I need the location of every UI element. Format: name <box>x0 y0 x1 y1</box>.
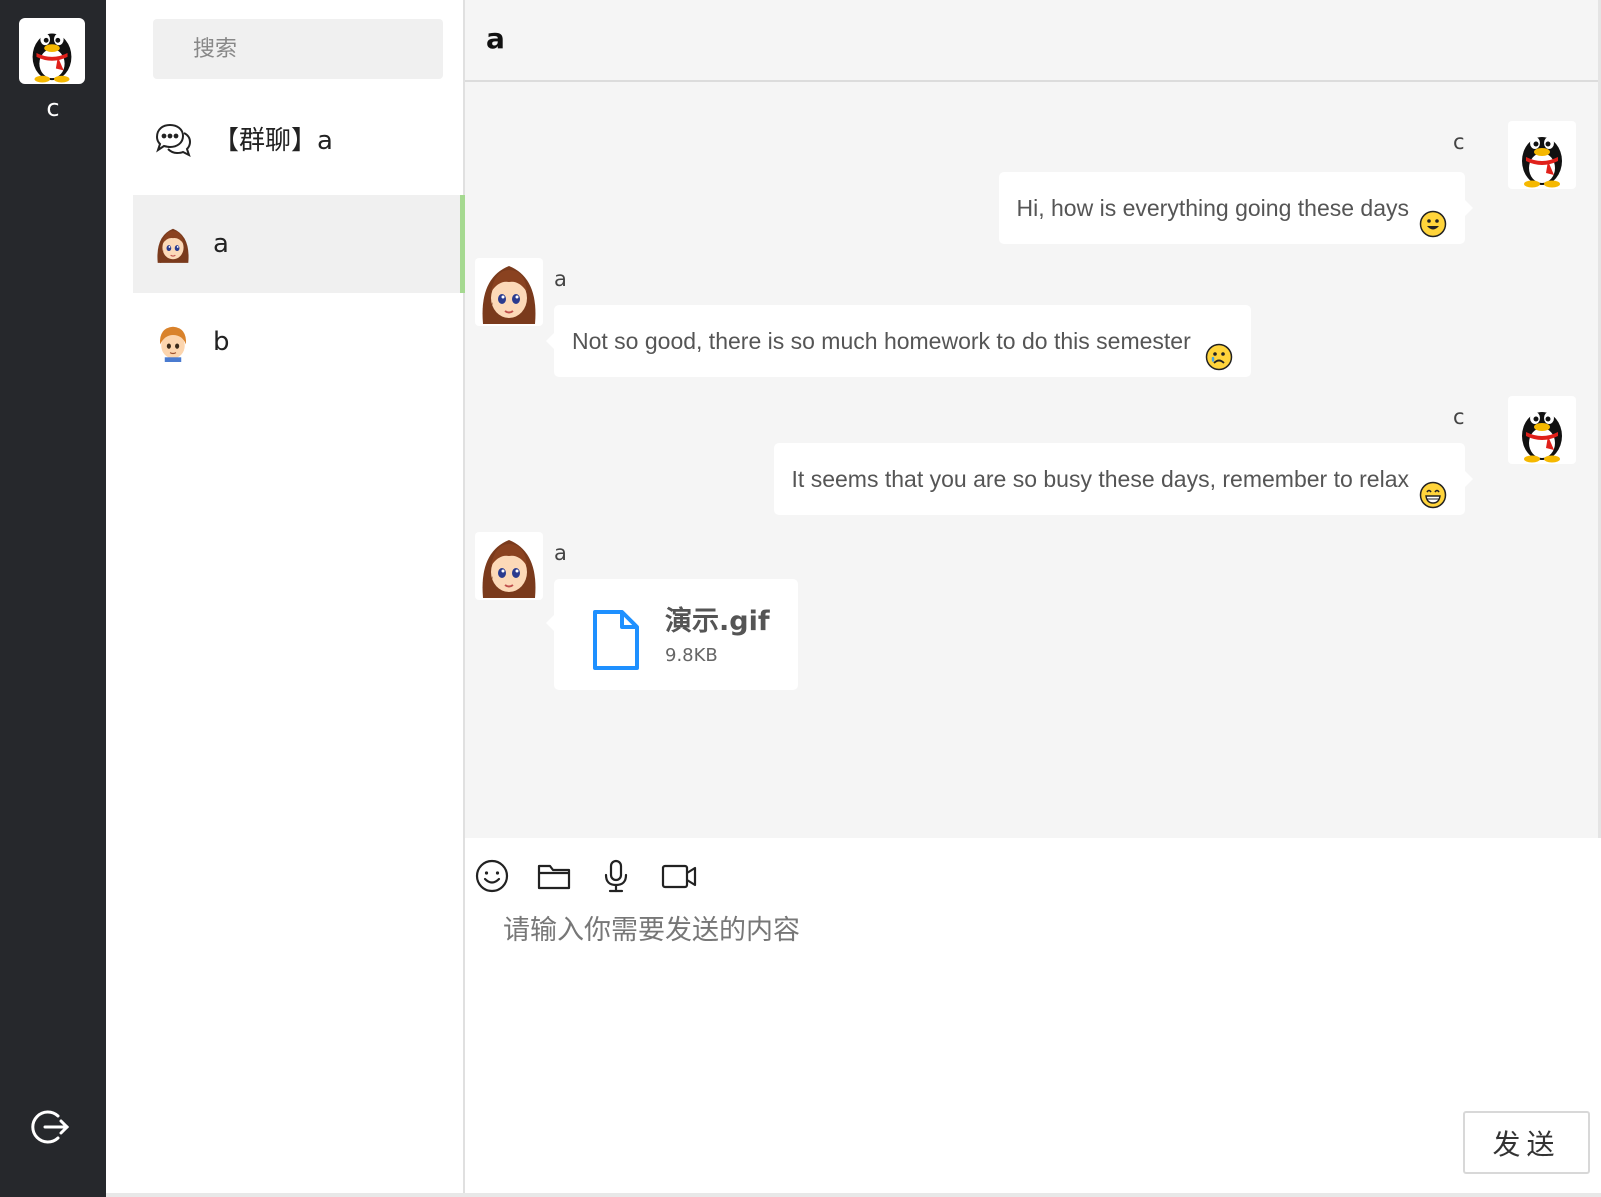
message-input[interactable] <box>503 908 1563 1108</box>
chat-bubbles-icon <box>153 121 193 161</box>
conversation-label: 【群聊】a <box>213 126 333 156</box>
search-input[interactable] <box>153 19 443 79</box>
message-sender: c <box>1453 130 1465 154</box>
girl-avatar <box>153 224 193 264</box>
chat-title: a <box>486 22 505 55</box>
file-message[interactable]: 演示.gif 9.8KB <box>546 579 798 690</box>
file-size: 9.8KB <box>665 645 718 666</box>
message-text: Not so good, there is so much homework t… <box>572 328 1191 354</box>
file-name: 演示.gif <box>665 606 770 637</box>
message-sender: c <box>1453 405 1465 429</box>
boy-avatar <box>153 322 193 362</box>
logout-icon[interactable] <box>28 1106 70 1148</box>
app-rail: c <box>0 0 106 1197</box>
chat-header: a <box>465 0 1601 82</box>
conversation-label: b <box>213 327 230 357</box>
avatar[interactable] <box>1508 396 1576 464</box>
conversation-item-a[interactable]: a <box>133 195 465 293</box>
message-sender: a <box>554 541 567 565</box>
microphone-icon[interactable] <box>598 858 634 894</box>
bottom-border <box>106 1193 1601 1197</box>
video-icon[interactable] <box>661 858 697 894</box>
conversation-label: a <box>213 229 229 259</box>
smile-emoji-icon <box>1419 194 1447 238</box>
message-sender: a <box>554 267 567 291</box>
message-composer: 发送 <box>465 838 1601 1197</box>
conversation-item-group-a[interactable]: 【群聊】a <box>133 92 465 190</box>
conversation-item-b[interactable]: b <box>133 293 465 391</box>
grin-emoji-icon <box>1419 465 1447 509</box>
send-button[interactable]: 发送 <box>1463 1111 1590 1174</box>
message-bubble: Not so good, there is so much homework t… <box>546 305 1251 377</box>
user-avatar[interactable] <box>19 18 85 84</box>
message-bubble: Hi, how is everything going these days <box>998 172 1473 244</box>
emoji-icon[interactable] <box>474 858 510 894</box>
chat-area: a c Hi, how is everything going these da… <box>465 0 1601 1197</box>
file-icon <box>592 609 640 671</box>
user-name: c <box>46 94 60 122</box>
message-bubble: It seems that you are so busy these days… <box>773 443 1474 515</box>
message-text: It seems that you are so busy these days… <box>791 466 1409 492</box>
avatar[interactable] <box>475 532 543 600</box>
avatar[interactable] <box>475 258 543 326</box>
sad-emoji-icon <box>1205 327 1233 371</box>
folder-icon[interactable] <box>536 858 572 894</box>
avatar[interactable] <box>1508 121 1576 189</box>
message-text: Hi, how is everything going these days <box>1016 195 1410 221</box>
conversation-list: 【群聊】a a b <box>106 0 465 1197</box>
